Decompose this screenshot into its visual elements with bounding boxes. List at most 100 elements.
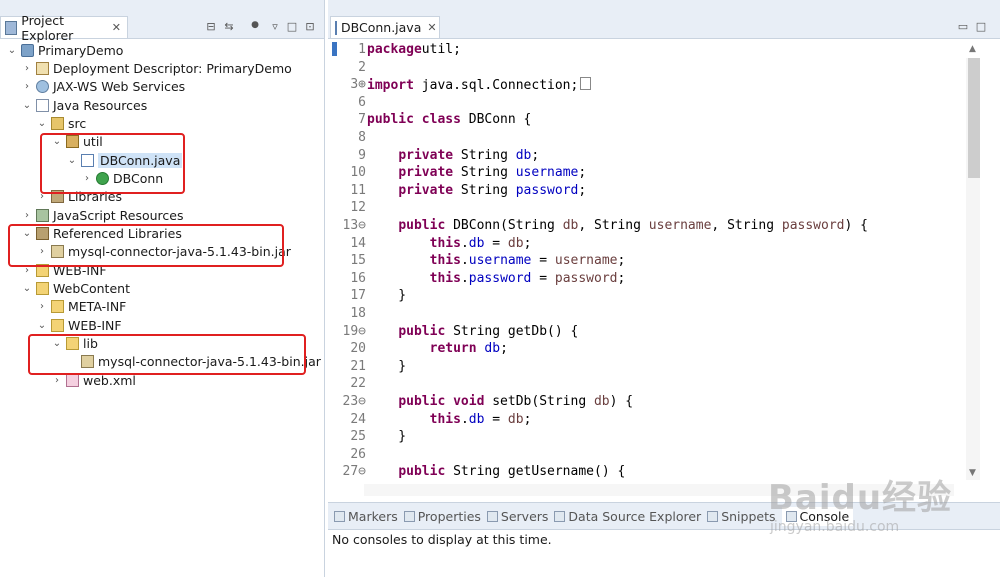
scroll-up-icon[interactable]: ▲ xyxy=(969,44,976,54)
markers-icon xyxy=(334,510,345,522)
code-line[interactable]: this.db = db; xyxy=(367,411,532,427)
chevron-right-icon[interactable]: › xyxy=(21,210,33,221)
code-line[interactable]: private String db; xyxy=(367,148,539,163)
minimize-icon[interactable]: □ xyxy=(285,20,299,33)
code-token: ; xyxy=(617,270,626,286)
chevron-down-icon[interactable]: ⌄ xyxy=(6,45,18,56)
data-source-explorer-icon xyxy=(554,510,566,522)
project-explorer-panel: Project Explorer ✕ ⊟ ⇆ ● ▿ □ ⊡ ⌄ PrimaryD… xyxy=(0,0,325,577)
tree-item-label: JAX-WS Web Services xyxy=(53,79,186,95)
tree-item-webcontent[interactable]: ⌄ WebContent xyxy=(21,280,130,298)
code-line[interactable]: packageutil; xyxy=(367,42,461,57)
tab-markers[interactable]: Markers xyxy=(334,509,398,524)
line-number: 19⊖ xyxy=(342,323,366,339)
tree-item-jax-ws[interactable]: › JAX-WS Web Services xyxy=(21,78,185,96)
tree-item-javascript-resources[interactable]: › JavaScript Resources xyxy=(21,206,183,224)
code-line[interactable]: return db; xyxy=(367,341,508,356)
code-token: } xyxy=(367,429,407,445)
chevron-down-icon[interactable]: ⌄ xyxy=(36,118,48,129)
tree-item-label: JavaScript Resources xyxy=(53,207,184,223)
collapse-all-icon[interactable]: ⊟ xyxy=(204,20,218,33)
code-token: this xyxy=(429,411,461,427)
line-number: 2 xyxy=(358,59,366,75)
code-token: db xyxy=(468,411,485,427)
code-token: password xyxy=(781,218,845,233)
code-line[interactable]: public void setDb(String db) { xyxy=(367,394,633,409)
tab-snippets[interactable]: Snippets xyxy=(707,509,776,524)
close-icon[interactable]: ✕ xyxy=(427,21,436,34)
code-line[interactable]: private String password; xyxy=(367,183,586,198)
properties-icon xyxy=(403,510,415,522)
tree-item-meta-inf[interactable]: › META-INF xyxy=(36,298,126,316)
code-line[interactable]: this.username = username; xyxy=(367,253,626,269)
tree-item-label: META-INF xyxy=(68,299,127,315)
line-number: 10 xyxy=(350,165,366,181)
code-area[interactable]: 1 packageutil; 2 3⊕ import java.sql.Connecti… xyxy=(328,38,1000,488)
bottom-tab-label: Servers xyxy=(500,508,549,524)
code-line[interactable]: public DBConn(String db, String username… xyxy=(367,218,868,233)
code-token: username xyxy=(515,165,579,181)
code-line[interactable]: this.password = password; xyxy=(367,270,626,286)
tab-properties[interactable]: Properties xyxy=(403,509,481,524)
code-line[interactable]: private String username; xyxy=(367,165,586,180)
filter-icon[interactable]: ● xyxy=(248,20,262,30)
tree-item-deployment-descriptor[interactable]: › Deployment Descriptor: PrimaryDemo xyxy=(21,59,292,77)
code-token: util; xyxy=(421,42,461,57)
code-line[interactable]: } xyxy=(367,288,406,303)
tab-data-source-explorer[interactable]: Data Source Explorer xyxy=(554,509,701,524)
code-line[interactable]: } xyxy=(367,429,406,444)
chevron-right-icon[interactable]: › xyxy=(21,81,33,92)
folded-import-box[interactable] xyxy=(580,77,592,91)
chevron-right-icon[interactable]: › xyxy=(21,63,33,74)
code-token: , String xyxy=(711,218,782,233)
code-token: private xyxy=(398,182,454,198)
maximize-icon[interactable]: ⊡ xyxy=(303,20,317,33)
view-menu-icon[interactable]: ▿ xyxy=(268,20,282,33)
tree-item-src[interactable]: ⌄ src xyxy=(36,114,86,132)
code-token: ; xyxy=(617,253,626,269)
chevron-right-icon[interactable]: › xyxy=(51,375,63,386)
chevron-down-icon[interactable]: ⌄ xyxy=(36,320,48,331)
minimize-icon[interactable]: ▭ xyxy=(956,20,970,33)
editor-tab-dbconn[interactable]: DBConn.java ✕ xyxy=(330,16,440,38)
code-token: username xyxy=(648,218,712,233)
code-line[interactable]: } xyxy=(367,359,406,374)
code-line[interactable]: this.db = db; xyxy=(367,235,532,251)
code-token: ) { xyxy=(609,394,634,409)
code-line[interactable]: public String getUsername() { xyxy=(367,464,625,479)
code-token: = xyxy=(484,235,508,251)
code-token: ; xyxy=(500,341,508,357)
code-line[interactable]: public String getDb() { xyxy=(367,324,578,339)
code-line[interactable]: import java.sql.Connection; xyxy=(367,77,592,93)
chevron-down-icon[interactable]: ⌄ xyxy=(21,283,33,294)
tab-servers[interactable]: Servers xyxy=(486,508,549,524)
chevron-down-icon[interactable]: ⌄ xyxy=(21,100,33,111)
code-token: . xyxy=(460,411,469,427)
vertical-scrollbar-thumb[interactable] xyxy=(968,58,980,178)
tree-item-java-resources[interactable]: ⌄ Java Resources xyxy=(21,96,147,114)
line-number: 26 xyxy=(350,446,366,462)
maximize-icon[interactable]: □ xyxy=(974,20,988,33)
tree-item-web-inf[interactable]: ⌄ WEB-INF xyxy=(36,316,122,334)
project-explorer-tab[interactable]: Project Explorer ✕ xyxy=(0,13,128,43)
line-number: 16 xyxy=(350,270,366,286)
code-token: private xyxy=(398,165,454,181)
code-token: ; xyxy=(578,165,587,181)
code-token: String getDb() { xyxy=(445,323,579,339)
chevron-right-icon[interactable]: › xyxy=(36,301,48,312)
code-token: ; xyxy=(578,182,587,198)
tree-item-primarydemo[interactable]: ⌄ PrimaryDemo xyxy=(6,41,124,59)
link-with-editor-icon[interactable]: ⇆ xyxy=(222,20,236,33)
highlight-box-lib xyxy=(28,334,306,375)
code-token: String xyxy=(453,147,516,163)
line-number: 25 xyxy=(350,429,366,445)
code-token: this xyxy=(429,235,461,251)
tree-item-label: Java Resources xyxy=(53,97,148,113)
scroll-down-icon[interactable]: ▼ xyxy=(969,468,976,478)
code-line[interactable]: public class DBConn { xyxy=(367,112,531,127)
close-icon[interactable]: ✕ xyxy=(112,21,121,34)
